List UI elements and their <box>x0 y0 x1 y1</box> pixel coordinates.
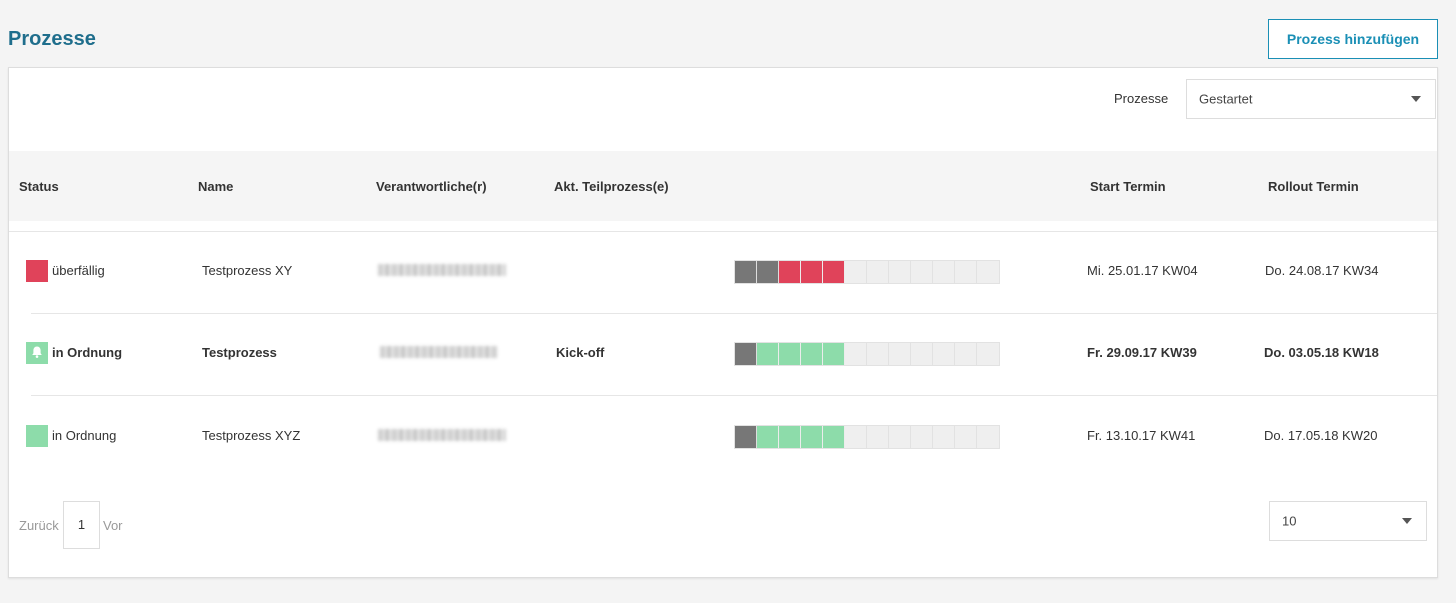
progress-segment-empty <box>889 426 911 448</box>
status-indicator <box>26 260 48 282</box>
progress-segment-empty <box>867 261 889 283</box>
progress-segment-empty <box>955 426 977 448</box>
progress-segment-green <box>801 343 823 365</box>
pagination-page-button[interactable]: 1 <box>63 501 100 549</box>
progress-segment-empty <box>977 426 999 448</box>
progress-segment-green <box>757 426 779 448</box>
column-header-responsible[interactable]: Verantwortliche(r) <box>376 179 487 194</box>
status-label: in Ordnung <box>52 345 123 360</box>
progress-segment-empty <box>977 261 999 283</box>
process-filter-value: Gestartet <box>1199 91 1253 107</box>
table-row[interactable]: in Ordnung Testprozess XYZ Fr. 13.10.17 … <box>9 396 1437 478</box>
progress-segment-green <box>801 426 823 448</box>
progress-segment-gray <box>757 261 779 283</box>
progress-segment-green <box>779 343 801 365</box>
progress-segment-gray <box>735 426 757 448</box>
progress-segment-empty <box>889 343 911 365</box>
progress-segment-empty <box>911 426 933 448</box>
progress-segment-gray <box>735 343 757 365</box>
current-subprocess: Kick-off <box>556 345 605 360</box>
progress-segment-empty <box>845 426 867 448</box>
responsible-person-redacted <box>378 264 506 276</box>
progress-segment-empty <box>911 261 933 283</box>
table-row[interactable]: in Ordnung Testprozess Kick-off Fr. 29.0… <box>9 313 1437 395</box>
responsible-person-redacted <box>378 429 506 441</box>
progress-segment-green <box>823 426 845 448</box>
progress-segment-green <box>823 343 845 365</box>
progress-segment-red <box>801 261 823 283</box>
page-title: Prozesse <box>8 28 96 50</box>
progress-segment-empty <box>955 261 977 283</box>
progress-segment-green <box>779 426 801 448</box>
table-header: Status Name Verantwortliche(r) Akt. Teil… <box>9 151 1437 221</box>
bell-icon <box>32 346 42 358</box>
column-header-start-date[interactable]: Start Termin <box>1090 179 1166 194</box>
phase-progress-bar <box>734 260 1000 284</box>
processes-panel: Prozesse Gestartet Status Name Verantwor… <box>8 67 1438 578</box>
phase-progress-bar <box>734 342 1000 366</box>
rollout-date: Do. 03.05.18 KW18 <box>1264 345 1379 360</box>
start-date: Mi. 25.01.17 KW04 <box>1087 263 1198 278</box>
chevron-down-icon <box>1411 96 1421 102</box>
progress-segment-red <box>779 261 801 283</box>
progress-segment-empty <box>911 343 933 365</box>
status-indicator <box>26 342 48 364</box>
page-size-value: 10 <box>1282 513 1297 529</box>
table-row[interactable]: überfällig Testprozess XY Mi. 25.01.17 K… <box>9 231 1437 313</box>
rollout-date: Do. 24.08.17 KW34 <box>1265 263 1379 278</box>
progress-segment-empty <box>845 261 867 283</box>
status-label: überfällig <box>52 263 105 278</box>
process-name[interactable]: Testprozess XYZ <box>202 428 300 443</box>
rollout-date: Do. 17.05.18 KW20 <box>1264 428 1378 443</box>
progress-segment-red <box>823 261 845 283</box>
progress-segment-empty <box>845 343 867 365</box>
process-filter-select[interactable]: Gestartet <box>1186 79 1436 119</box>
column-header-subprocess[interactable]: Akt. Teilprozess(e) <box>554 179 669 194</box>
progress-segment-empty <box>955 343 977 365</box>
process-filter-label: Prozesse <box>1114 91 1169 106</box>
progress-segment-empty <box>933 343 955 365</box>
column-header-rollout-date[interactable]: Rollout Termin <box>1268 179 1359 194</box>
start-date: Fr. 13.10.17 KW41 <box>1087 428 1196 443</box>
status-indicator <box>26 425 48 447</box>
phase-progress-bar <box>734 425 1000 449</box>
page-size-select[interactable]: 10 <box>1269 501 1427 541</box>
responsible-person-redacted <box>380 346 497 358</box>
column-header-status[interactable]: Status <box>19 179 59 194</box>
progress-segment-green <box>757 343 779 365</box>
column-header-name[interactable]: Name <box>198 179 233 194</box>
progress-segment-empty <box>977 343 999 365</box>
process-name[interactable]: Testprozess <box>202 345 277 360</box>
progress-segment-gray <box>735 261 757 283</box>
pagination-prev-button[interactable]: Zurück <box>19 518 59 533</box>
status-label: in Ordnung <box>52 428 117 443</box>
progress-segment-empty <box>867 426 889 448</box>
add-process-button[interactable]: Prozess hinzufügen <box>1268 19 1438 59</box>
progress-segment-empty <box>933 261 955 283</box>
pagination-next-button[interactable]: Vor <box>103 518 123 533</box>
progress-segment-empty <box>867 343 889 365</box>
chevron-down-icon <box>1402 518 1412 524</box>
progress-segment-empty <box>933 426 955 448</box>
process-name[interactable]: Testprozess XY <box>202 263 292 278</box>
start-date: Fr. 29.09.17 KW39 <box>1087 345 1197 360</box>
progress-segment-empty <box>889 261 911 283</box>
